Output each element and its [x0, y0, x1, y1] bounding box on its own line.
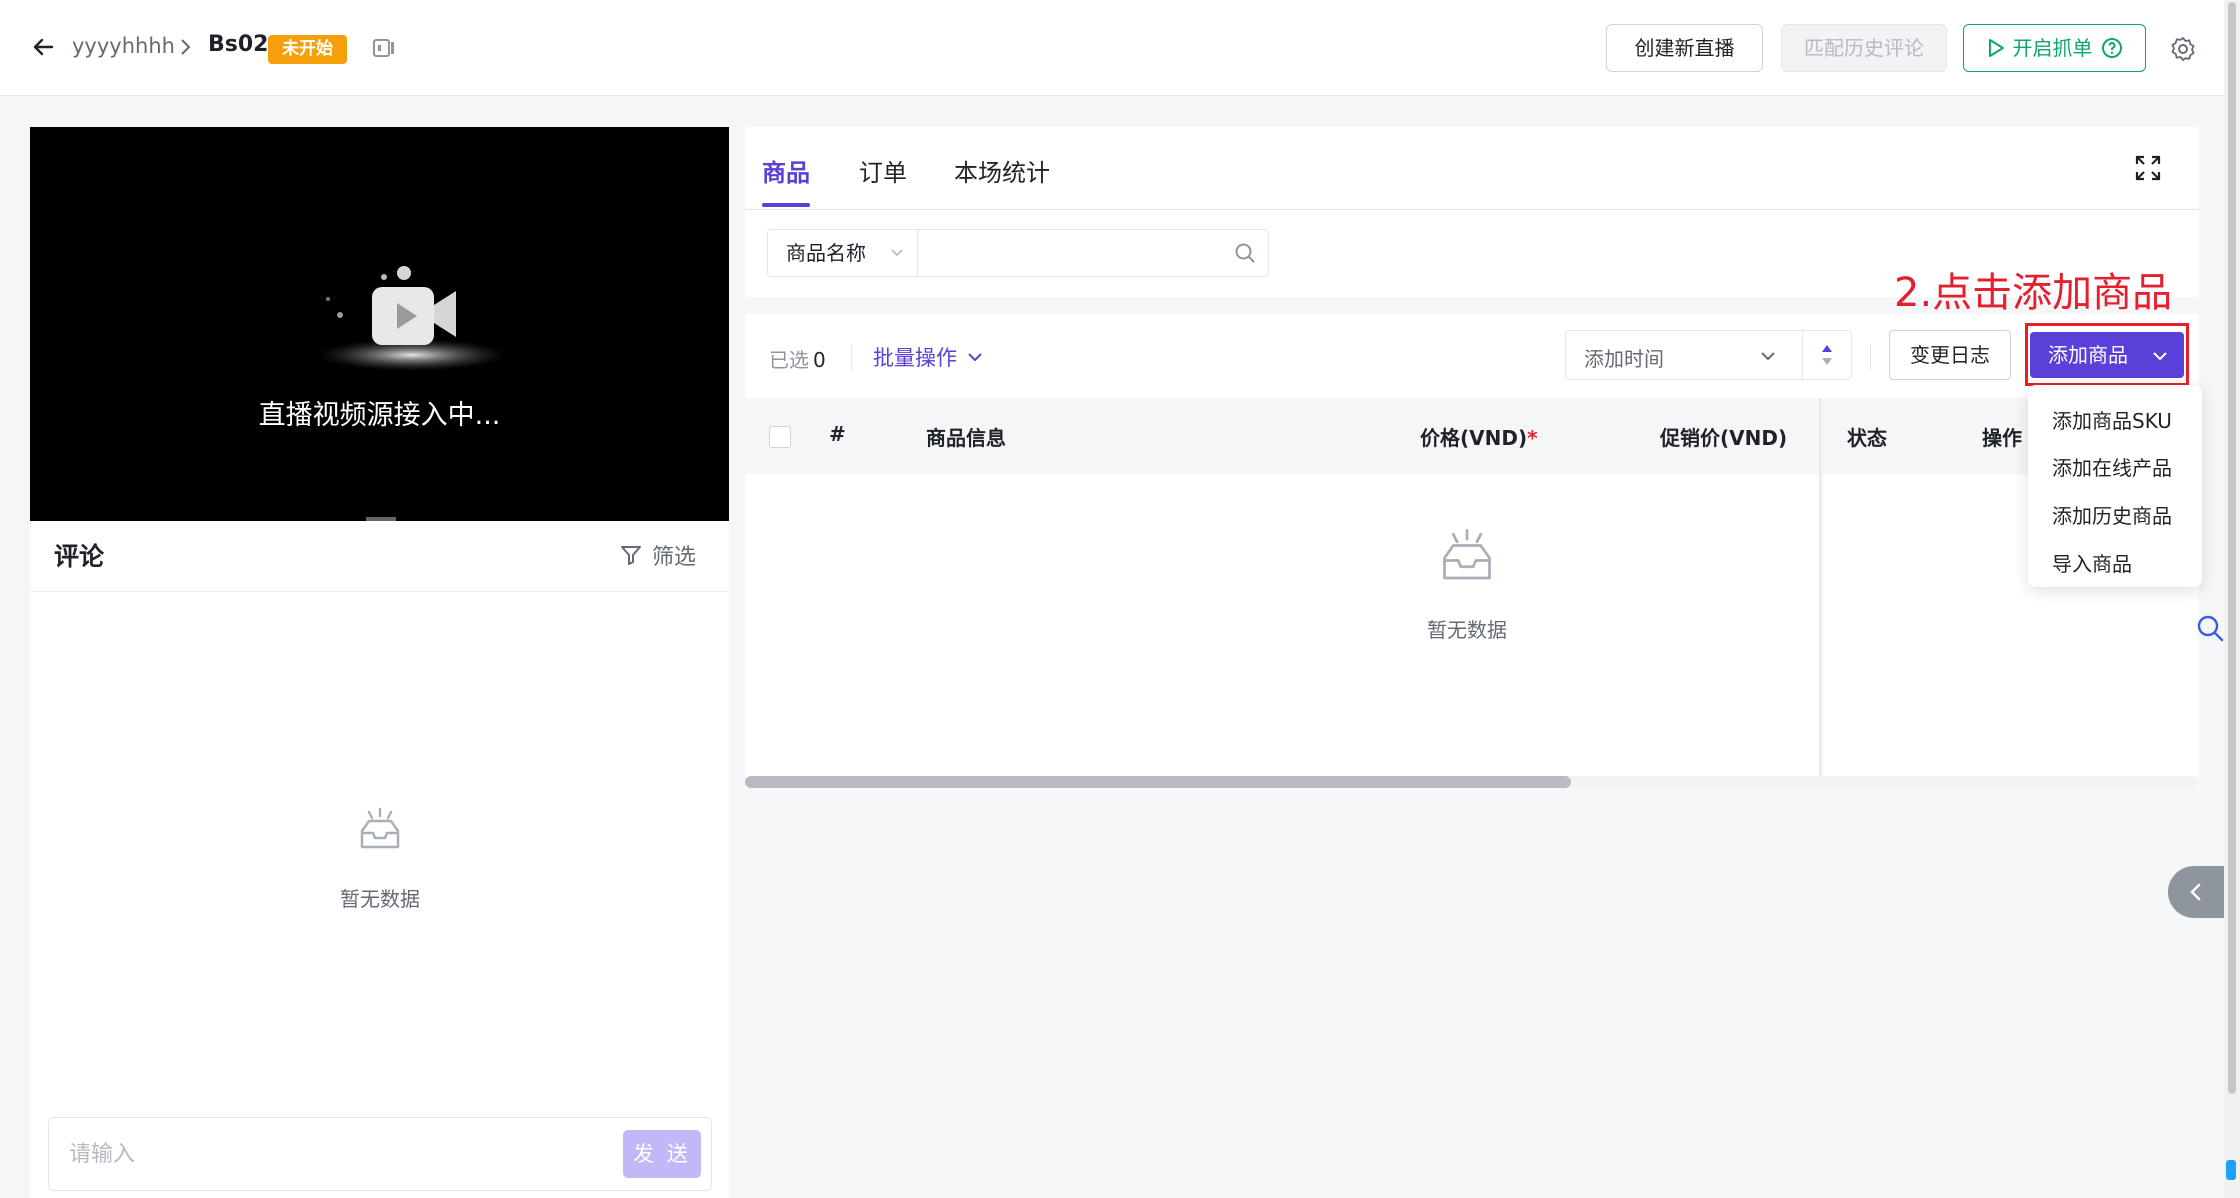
search-icon[interactable]: [2196, 614, 2226, 644]
empty-text: 暂无数据: [1427, 618, 1507, 642]
empty-text: 暂无数据: [340, 887, 420, 911]
product-search: 商品名称: [767, 229, 1269, 277]
divider: [1802, 331, 1803, 379]
start-grab-button[interactable]: 开启抓单: [1963, 24, 2146, 72]
divider: [745, 209, 2199, 210]
help-circle-icon[interactable]: [2101, 37, 2123, 59]
screen-icon[interactable]: [372, 36, 396, 60]
batch-actions-dropdown[interactable]: 批量操作: [873, 342, 983, 372]
batch-label: 批量操作: [873, 346, 957, 370]
col-promo-price: 促销价(VND): [1660, 426, 1788, 450]
video-camera-icon: [317, 266, 507, 371]
active-tab-indicator: [762, 203, 810, 207]
divider: [851, 344, 852, 370]
col-index: #: [829, 422, 846, 446]
arrow-left-icon[interactable]: [28, 32, 58, 62]
col-price: 价格(VND)*: [1420, 422, 1538, 451]
comment-input[interactable]: [69, 1136, 609, 1172]
empty-inbox-icon: [360, 807, 400, 849]
annotation-highlight-box: [2025, 323, 2189, 386]
chevron-down-icon: [968, 353, 982, 362]
sort-label: 添加时间: [1584, 347, 1664, 371]
selected-count: 0: [813, 348, 826, 372]
comment-input-box: 发 送: [48, 1117, 712, 1191]
filter-icon: [621, 546, 641, 565]
collapse-panel-tab[interactable]: [2168, 866, 2224, 918]
filter-button[interactable]: 筛选: [620, 539, 696, 571]
table-header: # 商品信息 价格(VND)* 促销价(VND) 状态 操作: [745, 398, 2199, 474]
settings-gear-icon[interactable]: [2170, 36, 2196, 62]
required-mark: *: [1527, 426, 1538, 450]
divider: [1870, 344, 1871, 370]
top-bar: yyyyhhhh Bs02 未开始 创建新直播 匹配历史评论 开启抓单: [0, 0, 2240, 96]
tab-orders[interactable]: 订单: [859, 153, 907, 188]
products-table-panel: 已选 0 批量操作 添加时间 变更日志 添加商品 # 商品信息 价格(VND)* …: [745, 314, 2199, 788]
chevron-left-icon: [2190, 883, 2201, 901]
col-price-label: 价格(VND): [1420, 426, 1528, 450]
horizontal-scrollbar-thumb[interactable]: [745, 776, 1571, 788]
live-video-player[interactable]: 直播视频源接入中...: [30, 127, 729, 521]
chevron-right-icon: [181, 39, 191, 55]
menu-item-add-online[interactable]: 添加在线产品: [2052, 452, 2172, 481]
col-status: 状态: [1847, 426, 1887, 450]
selected-label: 已选: [769, 348, 809, 372]
tab-products[interactable]: 商品: [762, 153, 810, 188]
comments-panel: 评论 筛选 暂无数据 发 送: [30, 521, 729, 1198]
menu-item-add-history[interactable]: 添加历史商品: [2052, 500, 2172, 529]
empty-inbox-icon: [1443, 529, 1491, 580]
divider: [30, 591, 729, 592]
breadcrumb-current: Bs02: [208, 32, 269, 57]
search-field-select[interactable]: 商品名称: [768, 230, 918, 276]
send-button[interactable]: 发 送: [623, 1130, 701, 1178]
change-log-button[interactable]: 变更日志: [1889, 330, 2011, 380]
scrollbar-end-marker: [2226, 1160, 2236, 1180]
breadcrumb-root[interactable]: yyyyhhhh: [72, 34, 175, 58]
col-product-info: 商品信息: [926, 426, 1006, 450]
comments-title: 评论: [54, 542, 105, 571]
col-actions: 操作: [1982, 426, 2022, 450]
status-badge: 未开始: [268, 35, 347, 64]
fullscreen-icon[interactable]: [2133, 153, 2163, 183]
menu-item-import[interactable]: 导入商品: [2052, 548, 2132, 577]
add-product-menu: 添加商品SKU 添加在线产品 添加历史商品 导入商品: [2028, 385, 2202, 587]
sort-order-icon[interactable]: [1820, 343, 1834, 367]
search-icon[interactable]: [1234, 242, 1256, 264]
selected-indicator: 已选 0: [769, 344, 826, 373]
start-grab-label: 开启抓单: [2012, 36, 2093, 60]
vertical-scrollbar-thumb[interactable]: [2228, 2, 2236, 1094]
play-icon: [1988, 39, 2004, 57]
filter-label: 筛选: [652, 545, 697, 570]
fixed-column-divider: [1819, 398, 1823, 778]
sort-select[interactable]: 添加时间: [1565, 330, 1852, 380]
annotation-text: 2.点击添加商品: [1894, 270, 2173, 316]
select-all-checkbox[interactable]: [769, 426, 791, 448]
video-status-text: 直播视频源接入中...: [258, 400, 501, 431]
create-live-button[interactable]: 创建新直播: [1606, 24, 1763, 72]
chevron-down-icon: [1761, 352, 1775, 361]
chevron-down-icon: [891, 249, 903, 257]
search-field-label: 商品名称: [786, 241, 866, 265]
match-history-comments-button[interactable]: 匹配历史评论: [1781, 24, 1947, 72]
menu-item-add-sku[interactable]: 添加商品SKU: [2052, 405, 2172, 434]
tab-stats[interactable]: 本场统计: [954, 153, 1050, 188]
